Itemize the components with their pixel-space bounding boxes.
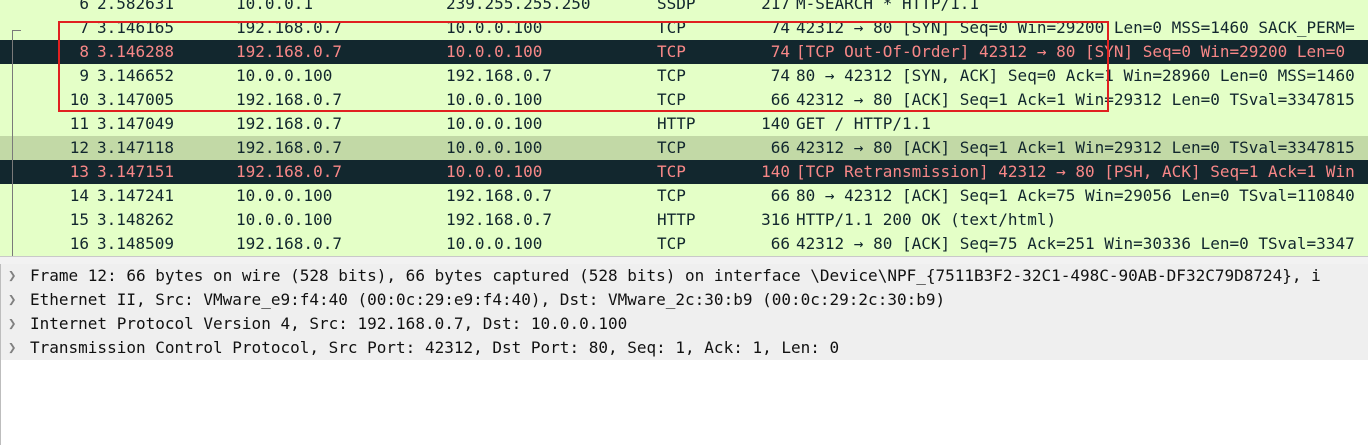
related-packet-bracket: [12, 30, 21, 256]
packet-protocol: TCP: [657, 90, 686, 109]
packet-info: 80 → 42312 [ACK] Seq=1 Ack=75 Win=29056 …: [796, 186, 1355, 205]
packet-info: 42312 → 80 [ACK] Seq=75 Ack=251 Win=3033…: [796, 234, 1355, 253]
packet-destination: 10.0.0.100: [446, 234, 543, 253]
packet-source: 10.0.0.100: [236, 186, 333, 205]
packet-protocol: TCP: [657, 18, 686, 37]
tree-item-label: Ethernet II, Src: VMware_e9:f4:40 (00:0c…: [30, 290, 946, 309]
packet-protocol: TCP: [657, 138, 686, 157]
packet-protocol: TCP: [657, 42, 686, 61]
packet-source: 10.0.0.100: [236, 66, 333, 85]
packet-destination: 10.0.0.100: [446, 18, 543, 37]
packet-destination: 10.0.0.100: [446, 138, 543, 157]
packet-protocol: HTTP: [657, 210, 696, 229]
packet-info: 42312 → 80 [SYN] Seq=0 Win=29200 Len=0 M…: [796, 18, 1355, 37]
tree-item-label: Internet Protocol Version 4, Src: 192.16…: [30, 314, 628, 333]
packet-row[interactable]: 12 3.147118 192.168.0.7 10.0.0.100 TCP 6…: [0, 136, 1368, 160]
packet-source: 10.0.0.100: [236, 210, 333, 229]
packet-destination: 239.255.255.250: [446, 0, 591, 13]
packet-info: 42312 → 80 [ACK] Seq=1 Ack=1 Win=29312 L…: [796, 90, 1355, 109]
packet-info: 42312 → 80 [ACK] Seq=1 Ack=1 Win=29312 L…: [796, 138, 1355, 157]
packet-time: 3.148509: [97, 234, 175, 253]
tree-item-frame[interactable]: ❯ Frame 12: 66 bytes on wire (528 bits),…: [1, 264, 1368, 288]
packet-destination: 10.0.0.100: [446, 90, 543, 109]
packet-time: 3.146288: [97, 42, 175, 61]
packet-time: 3.147151: [97, 162, 175, 181]
packet-source: 192.168.0.7: [236, 90, 342, 109]
packet-source: 192.168.0.7: [236, 138, 342, 157]
packet-protocol: TCP: [657, 186, 686, 205]
packet-info: M-SEARCH * HTTP/1.1: [796, 0, 980, 13]
packet-row[interactable]: 9 3.146652 10.0.0.100 192.168.0.7 TCP 74…: [0, 64, 1368, 88]
packet-info: HTTP/1.1 200 OK (text/html): [796, 210, 1057, 229]
packet-no: 6: [79, 0, 89, 13]
packet-row[interactable]: 6 2.582631 10.0.0.1 239.255.255.250 SSDP…: [0, 0, 1368, 16]
packet-protocol: HTTP: [657, 114, 696, 133]
packet-protocol: TCP: [657, 162, 686, 181]
tree-item-tcp[interactable]: ❯ Transmission Control Protocol, Src Por…: [1, 336, 1368, 360]
chevron-right-icon[interactable]: ❯: [8, 264, 20, 288]
packet-time: 3.147005: [97, 90, 175, 109]
packet-destination: 192.168.0.7: [446, 210, 552, 229]
packet-length: 66: [770, 234, 790, 253]
tree-item-ipv4[interactable]: ❯ Internet Protocol Version 4, Src: 192.…: [1, 312, 1368, 336]
packet-time: 3.148262: [97, 210, 175, 229]
packet-source: 192.168.0.7: [236, 114, 342, 133]
packet-length: 74: [770, 18, 790, 37]
packet-protocol: SSDP: [657, 0, 696, 13]
packet-length: 140: [761, 114, 790, 133]
packet-length: 217: [761, 0, 790, 13]
packet-row[interactable]: 8 3.146288 192.168.0.7 10.0.0.100 TCP 74…: [0, 40, 1368, 64]
packet-row[interactable]: 11 3.147049 192.168.0.7 10.0.0.100 HTTP …: [0, 112, 1368, 136]
packet-info: [TCP Retransmission] 42312 → 80 [PSH, AC…: [796, 162, 1355, 181]
packet-length: 74: [770, 66, 790, 85]
packet-details-pane[interactable]: ❯ Frame 12: 66 bytes on wire (528 bits),…: [0, 264, 1368, 445]
packet-info: 80 → 42312 [SYN, ACK] Seq=0 Ack=1 Win=28…: [796, 66, 1355, 85]
packet-list[interactable]: 6 2.582631 10.0.0.1 239.255.255.250 SSDP…: [0, 0, 1368, 256]
tree-item-label: Transmission Control Protocol, Src Port:…: [30, 338, 840, 357]
tree-item-ethernet[interactable]: ❯ Ethernet II, Src: VMware_e9:f4:40 (00:…: [1, 288, 1368, 312]
packet-length: 316: [761, 210, 790, 229]
packet-protocol: TCP: [657, 234, 686, 253]
packet-time: 3.147241: [97, 186, 175, 205]
packet-row[interactable]: 13 3.147151 192.168.0.7 10.0.0.100 TCP 1…: [0, 160, 1368, 184]
packet-row[interactable]: 15 3.148262 10.0.0.100 192.168.0.7 HTTP …: [0, 208, 1368, 232]
chevron-right-icon[interactable]: ❯: [8, 336, 20, 360]
packet-row[interactable]: 7 3.146165 192.168.0.7 10.0.0.100 TCP 74…: [0, 16, 1368, 40]
chevron-right-icon[interactable]: ❯: [8, 288, 20, 312]
packet-row[interactable]: 14 3.147241 10.0.0.100 192.168.0.7 TCP 6…: [0, 184, 1368, 208]
packet-destination: 10.0.0.100: [446, 42, 543, 61]
packet-length: 66: [770, 186, 790, 205]
packet-length: 140: [761, 162, 790, 181]
packet-destination: 10.0.0.100: [446, 114, 543, 133]
packet-time: 3.146652: [97, 66, 175, 85]
pane-splitter[interactable]: [0, 256, 1368, 264]
packet-source: 192.168.0.7: [236, 234, 342, 253]
packet-row[interactable]: 10 3.147005 192.168.0.7 10.0.0.100 TCP 6…: [0, 88, 1368, 112]
tree-item-label: Frame 12: 66 bytes on wire (528 bits), 6…: [30, 266, 1321, 285]
packet-protocol: TCP: [657, 66, 686, 85]
packet-destination: 192.168.0.7: [446, 186, 552, 205]
packet-time: 3.146165: [97, 18, 175, 37]
packet-time: 2.582631: [97, 0, 175, 13]
packet-length: 66: [770, 90, 790, 109]
packet-source: 192.168.0.7: [236, 42, 342, 61]
packet-source: 192.168.0.7: [236, 162, 342, 181]
packet-time: 3.147049: [97, 114, 175, 133]
packet-info: [TCP Out-Of-Order] 42312 → 80 [SYN] Seq=…: [796, 42, 1346, 61]
chevron-right-icon[interactable]: ❯: [8, 312, 20, 336]
packet-row[interactable]: 16 3.148509 192.168.0.7 10.0.0.100 TCP 6…: [0, 232, 1368, 256]
packet-length: 66: [770, 138, 790, 157]
packet-destination: 192.168.0.7: [446, 66, 552, 85]
packet-source: 192.168.0.7: [236, 18, 342, 37]
packet-source: 10.0.0.1: [236, 0, 314, 13]
packet-destination: 10.0.0.100: [446, 162, 543, 181]
packet-length: 74: [770, 42, 790, 61]
packet-time: 3.147118: [97, 138, 175, 157]
packet-info: GET / HTTP/1.1: [796, 114, 931, 133]
